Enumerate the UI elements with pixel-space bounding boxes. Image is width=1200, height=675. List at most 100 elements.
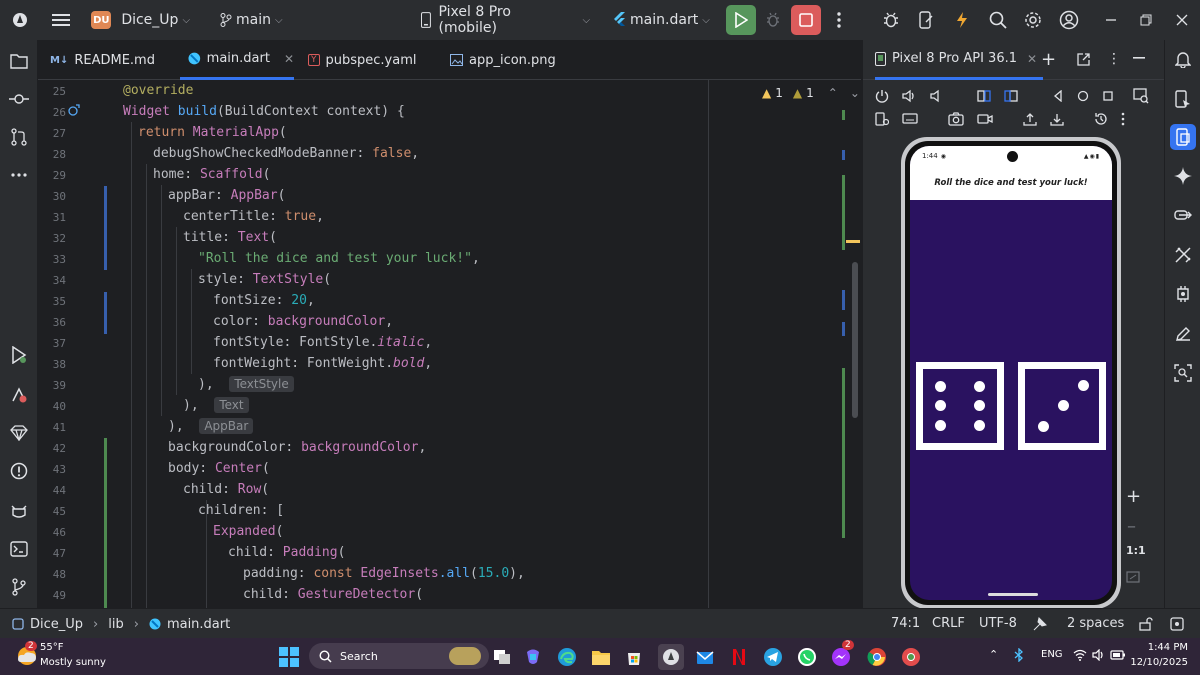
more-actions-icon[interactable] — [1121, 112, 1125, 126]
chevron-up-icon[interactable]: ⌃ — [989, 648, 998, 661]
volume-icon[interactable] — [1092, 649, 1106, 661]
whatsapp-icon[interactable] — [796, 646, 818, 668]
debug-button[interactable] — [756, 0, 792, 40]
device-mirror-icon[interactable] — [875, 112, 889, 126]
pull-requests-icon[interactable] — [6, 124, 32, 150]
run-config-selector[interactable]: main.dart ⌵ — [612, 12, 710, 28]
rotate-right-icon[interactable] — [1004, 89, 1018, 103]
chevron-up-icon[interactable]: ⌃ — [828, 86, 838, 100]
breadcrumb-folder[interactable]: lib — [108, 617, 123, 632]
line-separator[interactable]: CRLF — [932, 616, 965, 631]
file-encoding[interactable]: UTF-8 — [979, 616, 1017, 631]
tab-pubspec[interactable]: Y pubspec.yaml — [308, 40, 416, 80]
volume-down-icon[interactable] — [929, 89, 943, 103]
screenshot-camera-icon[interactable] — [948, 112, 964, 126]
stop-button[interactable] — [791, 5, 821, 35]
volume-up-icon[interactable] — [902, 89, 916, 103]
gemini-sparkle-icon[interactable] — [1170, 163, 1196, 189]
account-icon[interactable] — [1051, 0, 1087, 40]
mail-icon[interactable] — [694, 646, 716, 668]
more-actions-icon[interactable]: ⋮ — [1107, 51, 1121, 67]
task-view-icon[interactable] — [491, 646, 513, 668]
commit-icon[interactable] — [6, 86, 32, 112]
copilot-icon[interactable] — [522, 646, 544, 668]
override-gutter-icon[interactable] — [68, 104, 80, 116]
attach-debugger-icon[interactable] — [873, 0, 909, 40]
scroll-marker[interactable] — [842, 150, 845, 160]
language-indicator[interactable]: ENG — [1041, 649, 1063, 660]
branch-selector[interactable]: main ⌵ — [220, 12, 283, 28]
tab-readme[interactable]: M↓ README.md — [50, 40, 155, 80]
close-tab-icon[interactable]: ✕ — [1027, 52, 1037, 66]
breadcrumb-project[interactable]: Dice_Up — [30, 617, 83, 632]
layout-inspector-icon[interactable] — [1133, 88, 1149, 104]
terminal-icon[interactable] — [6, 536, 32, 562]
scroll-marker[interactable] — [842, 110, 845, 120]
edge-browser-icon[interactable] — [556, 646, 578, 668]
close-tab-icon[interactable]: ✕ — [284, 52, 294, 66]
hide-panel-icon[interactable] — [1133, 57, 1145, 59]
back-icon[interactable] — [1052, 90, 1064, 102]
upload-icon[interactable] — [1023, 112, 1037, 126]
more-actions-icon[interactable] — [821, 0, 857, 40]
screen-record-icon[interactable] — [977, 112, 993, 126]
project-folder-icon[interactable] — [6, 48, 32, 74]
app-inspection-icon[interactable] — [6, 382, 32, 408]
telegram-icon[interactable] — [762, 646, 784, 668]
project-selector[interactable]: DU Dice_Up ⌵ — [91, 11, 190, 29]
editor-scrollbar-thumb[interactable] — [852, 262, 858, 418]
chrome-profile-icon[interactable] — [900, 646, 922, 668]
change-marker[interactable] — [104, 186, 107, 270]
add-device-icon[interactable]: + — [1041, 49, 1056, 70]
weather-icon[interactable]: 2 — [14, 641, 40, 669]
chrome-icon[interactable] — [866, 646, 888, 668]
start-button[interactable] — [279, 647, 299, 667]
emulator-phone[interactable]: 1:44 ◉ ▲◉▮ Roll the dice and test your l… — [901, 137, 1121, 609]
warning-marker[interactable] — [846, 240, 860, 243]
more-tools-icon[interactable] — [6, 162, 32, 188]
search-icon[interactable] — [980, 0, 1016, 40]
clock-date[interactable]: 12/10/2025 — [1126, 657, 1188, 668]
edit-pen-icon[interactable] — [1170, 321, 1196, 347]
snapshot-history-icon[interactable] — [1094, 112, 1108, 126]
weather-temp[interactable]: 55°F — [40, 642, 63, 653]
hot-reload-icon[interactable] — [944, 0, 980, 40]
logcat-icon[interactable] — [6, 498, 32, 524]
minimize-icon[interactable] — [1093, 0, 1129, 40]
device-file-explorer-icon[interactable] — [1170, 86, 1196, 112]
problems-icon[interactable] — [6, 458, 32, 484]
run-button[interactable] — [725, 5, 756, 35]
flutter-inspector-icon[interactable] — [1170, 242, 1196, 268]
netflix-icon[interactable] — [728, 646, 750, 668]
zoom-actual-size[interactable]: 1:1 — [1126, 544, 1146, 557]
settings-gear-icon[interactable] — [1016, 0, 1052, 40]
caret-position[interactable]: 74:1 — [891, 616, 920, 631]
clock-time[interactable]: 1:44 PM — [1136, 642, 1188, 653]
memory-indicator-icon[interactable] — [1170, 617, 1184, 631]
code-style-icon[interactable] — [1032, 616, 1048, 632]
device-explorer-icon[interactable] — [1170, 203, 1196, 229]
device-selector[interactable]: Pixel 8 Pro (mobile) ⌵ — [420, 4, 590, 36]
close-window-icon[interactable] — [1164, 0, 1200, 40]
devtools-diamond-icon[interactable] — [6, 420, 32, 446]
weather-desc[interactable]: Mostly sunny — [40, 657, 106, 668]
notifications-icon[interactable] — [1170, 46, 1196, 72]
open-external-icon[interactable] — [1077, 53, 1090, 66]
left-dice[interactable] — [916, 362, 1004, 450]
gesture-bar[interactable] — [988, 593, 1038, 596]
tab-main-dart[interactable]: main.dart ✕ — [180, 40, 294, 80]
run-tool-icon[interactable] — [6, 342, 32, 368]
rotate-left-icon[interactable] — [977, 89, 991, 103]
change-marker[interactable] — [104, 438, 107, 608]
read-only-toggle-icon[interactable] — [1139, 617, 1153, 631]
home-icon[interactable] — [1077, 90, 1089, 102]
flutter-performance-icon[interactable] — [1170, 281, 1196, 307]
file-explorer-icon[interactable] — [590, 646, 612, 668]
code-editor[interactable]: @override Widget build(BuildContext cont… — [108, 80, 708, 608]
app-logo-icon[interactable] — [0, 0, 40, 40]
zoom-fit-icon[interactable] — [1126, 571, 1140, 583]
maximize-icon[interactable] — [1129, 0, 1165, 40]
right-dice[interactable] — [1018, 362, 1106, 450]
scroll-marker[interactable] — [842, 175, 845, 250]
indent-setting[interactable]: 2 spaces — [1067, 616, 1124, 631]
